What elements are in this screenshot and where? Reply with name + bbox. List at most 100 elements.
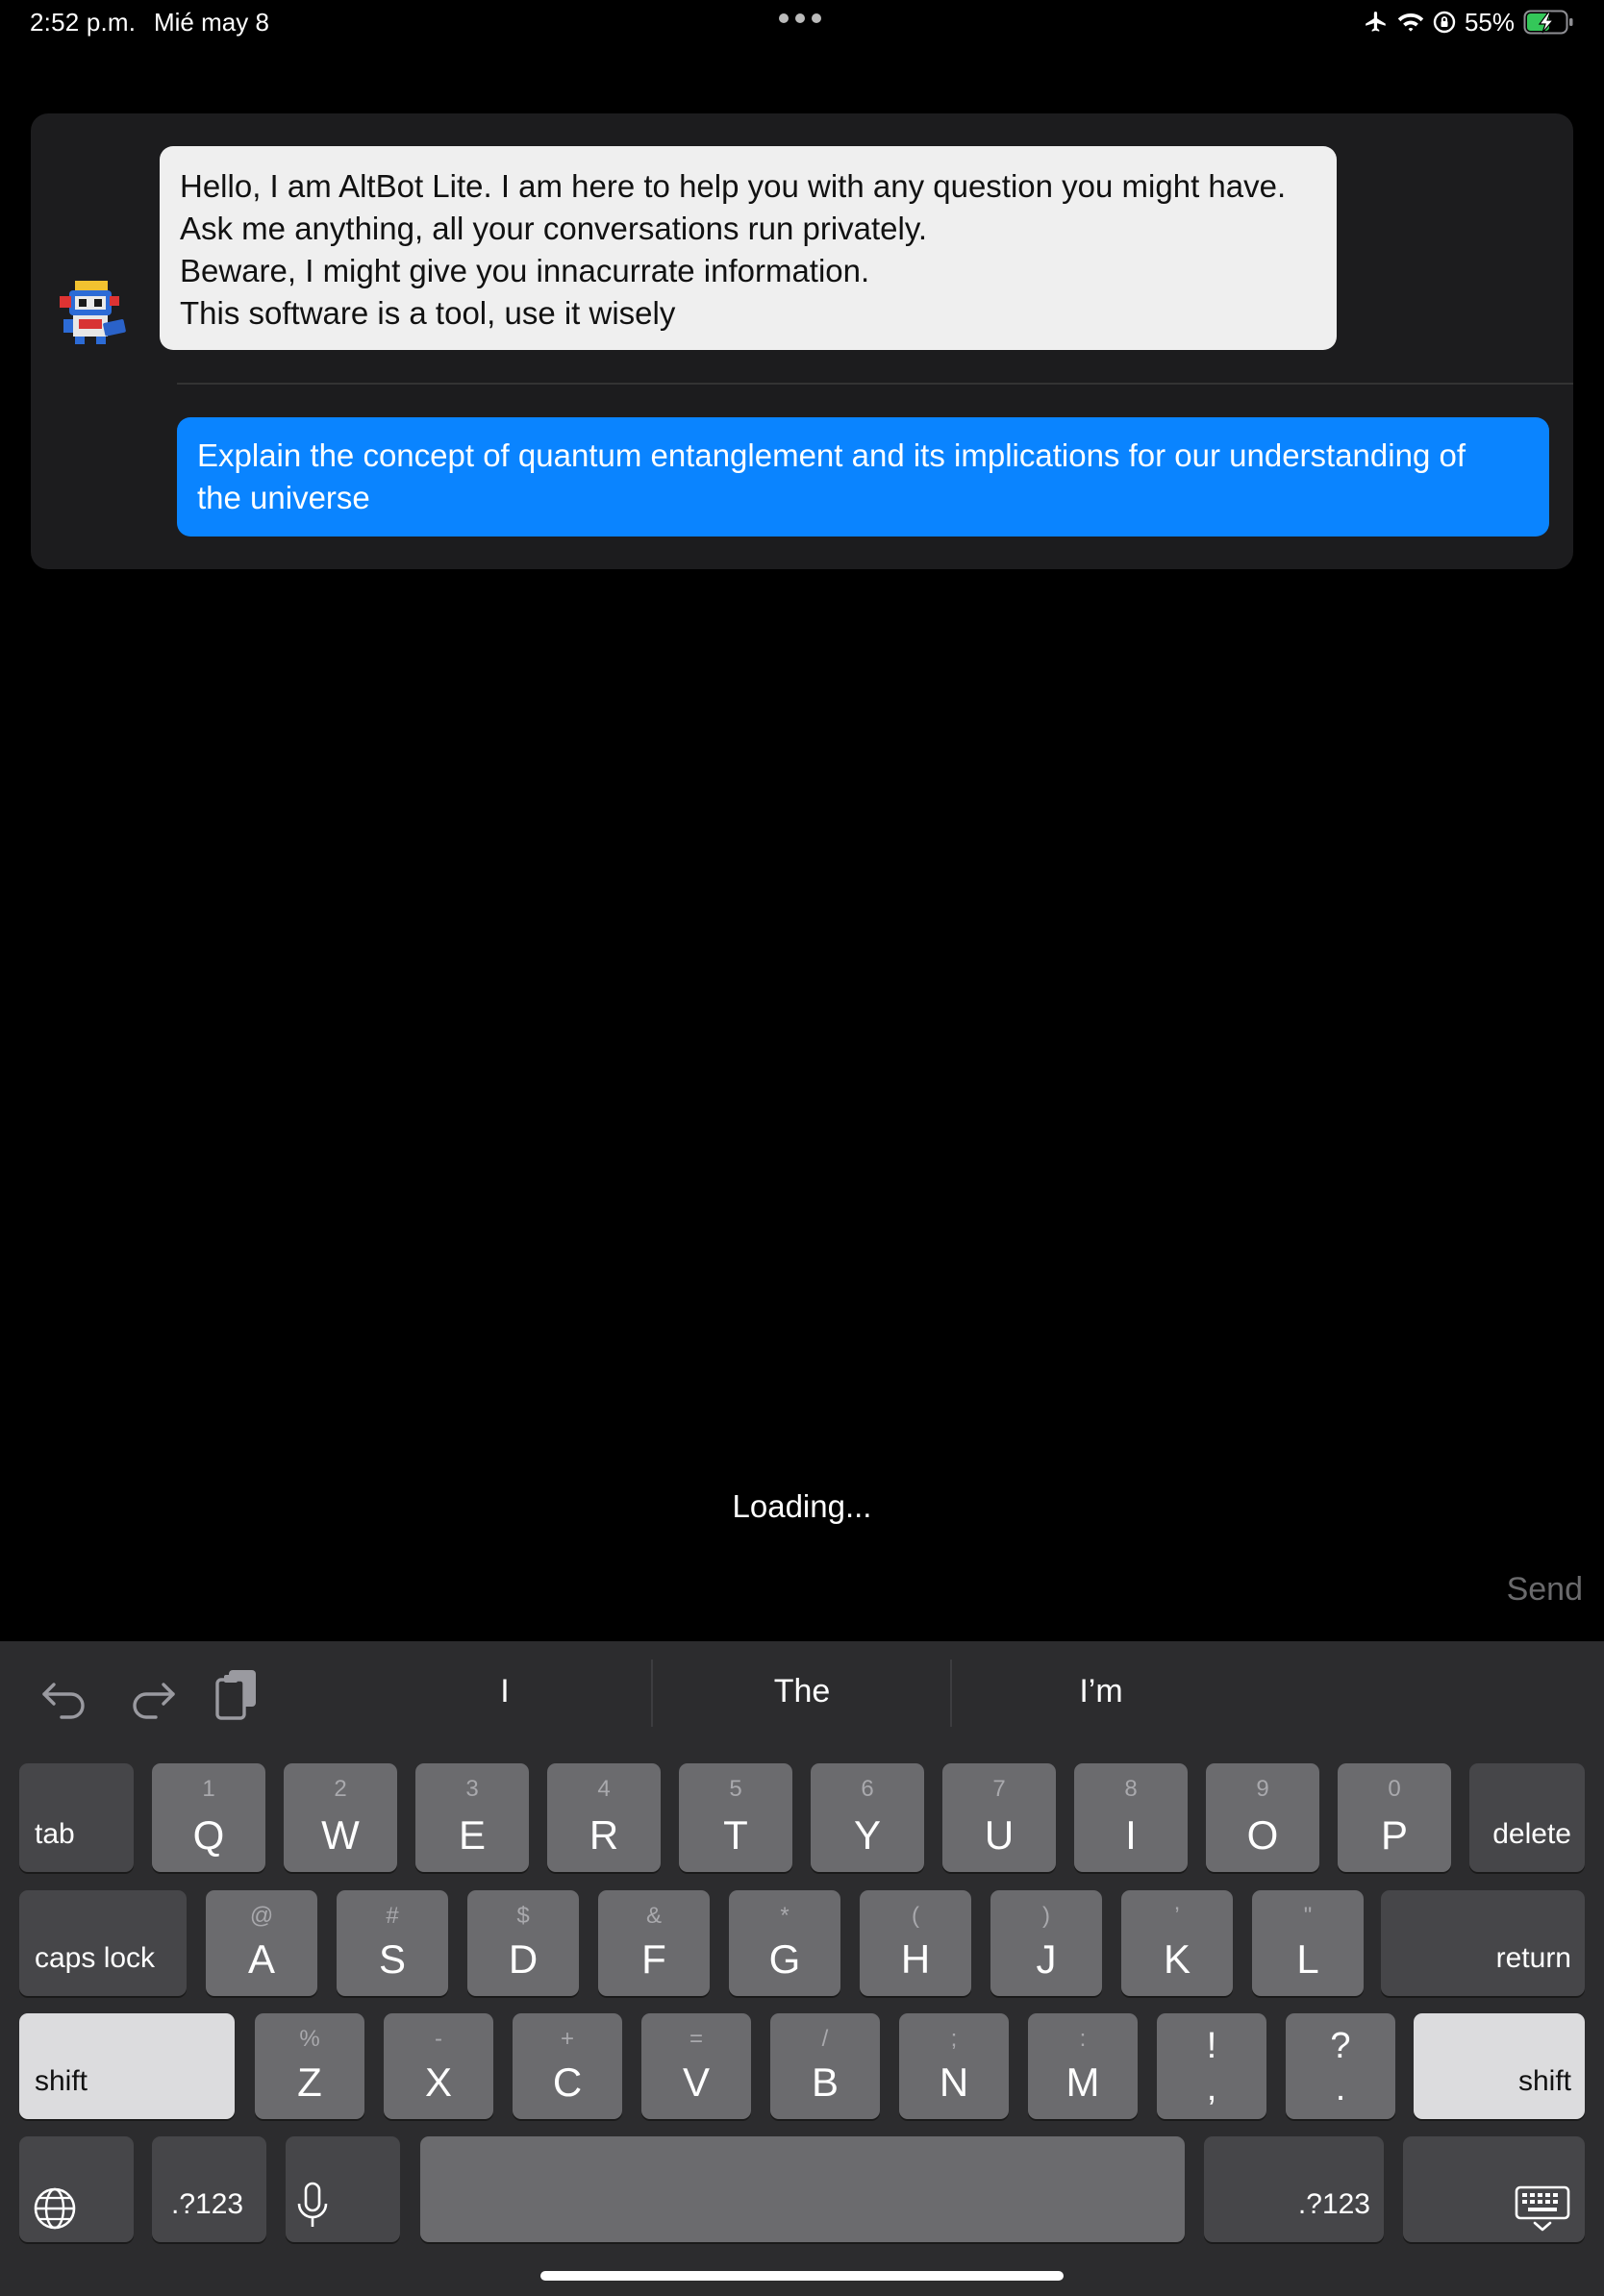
return-key-label: return [1495,1942,1571,1974]
dismiss-keyboard-key[interactable] [1403,2136,1585,2242]
key-s[interactable]: # S [337,1890,448,1996]
key-f[interactable]: & F [598,1890,710,1996]
key-y[interactable]: 6Y [811,1763,924,1872]
key-d[interactable]: $ D [467,1890,579,1996]
shift-key-label: shift [1517,2065,1571,2097]
battery-percent: 55% [1464,7,1515,37]
status-date: Mié may 8 [154,8,269,37]
key-c[interactable]: + C [513,2013,622,2119]
bot-message-line: Hello, I am AltBot Lite. I am here to he… [180,168,1287,204]
key-label: S [378,1936,406,1982]
key-alt: + [560,2026,574,2052]
redo-icon[interactable] [127,1671,177,1719]
key-z[interactable]: % Z [255,2013,364,2119]
key-alt: 1 [202,1776,215,1802]
tab-key[interactable]: tab [19,1763,134,1872]
key-alt: - [435,2026,442,2052]
key-question-period[interactable]: ? . [1286,2013,1395,2119]
globe-key[interactable] [19,2136,134,2242]
shift-key-left[interactable]: shift [19,2013,235,2119]
key-r[interactable]: 4R [547,1763,661,1872]
keyboard-dismiss-icon [1515,2185,1570,2232]
battery-charging-icon [1523,10,1573,35]
caps-lock-key[interactable]: caps lock [19,1890,187,1996]
key-label: K [1163,1936,1190,1982]
key-label: M [1065,2059,1100,2105]
numbers-key-label: .?123 [1297,2188,1370,2220]
key-n[interactable]: ; N [899,2013,1009,2119]
user-message-line: Explain the concept of quantum entanglem… [197,437,1466,473]
key-label: L [1296,1936,1319,1982]
user-message-line: the universe [197,480,370,515]
caps-lock-key-label: caps lock [35,1942,156,1974]
home-indicator[interactable] [540,2271,1064,2281]
airplane-icon [1366,12,1386,32]
delete-key[interactable]: delete [1469,1763,1585,1872]
key-alt: 8 [1124,1776,1138,1802]
key-alt: 0 [1388,1776,1401,1802]
numbers-key-left[interactable]: .?123 [152,2136,266,2242]
key-alt: $ [516,1903,530,1929]
key-alt: 6 [861,1776,874,1802]
key-punct-bottom: , [1206,2068,1217,2109]
key-b[interactable]: / B [770,2013,880,2119]
return-key[interactable]: return [1381,1890,1585,1996]
key-label: I [1125,1812,1137,1858]
key-exclamation-comma[interactable]: ! , [1157,2013,1266,2119]
key-x[interactable]: -X [384,2013,493,2119]
multitasking-dots-icon[interactable] [779,13,825,27]
key-alt: & [645,1903,662,1929]
bot-message-line: Ask me anything, all your conversations … [180,211,928,246]
suggestion[interactable]: The [653,1673,951,1710]
key-label: X [424,2059,452,2105]
status-indicators: 55% [1364,6,1575,38]
key-g[interactable]: * G [729,1890,840,1996]
key-punct-bottom: . [1335,2068,1346,2109]
key-e[interactable]: 3E [415,1763,529,1872]
message-divider [177,383,1573,385]
key-alt: 2 [334,1776,347,1802]
suggestion[interactable]: I [356,1673,654,1710]
key-v[interactable]: = V [641,2013,751,2119]
key-label: G [768,1936,801,1982]
space-bar[interactable] [420,2136,1185,2242]
key-label: N [939,2059,969,2105]
shift-key-label: shift [35,2065,88,2097]
key-label: Z [297,2059,322,2105]
clipboard-icon[interactable] [213,1666,263,1722]
key-j[interactable]: ) J [990,1890,1102,1996]
key-w[interactable]: 2W [284,1763,397,1872]
key-label: W [321,1812,360,1858]
numbers-key-right[interactable]: .?123 [1204,2136,1384,2242]
delete-key-label: delete [1492,1818,1571,1850]
key-p[interactable]: 0P [1338,1763,1451,1872]
bot-message-line: This software is a tool, use it wisely [180,295,676,331]
key-label: V [682,2059,710,2105]
suggestion[interactable]: I’m [952,1673,1250,1710]
undo-icon[interactable] [40,1671,90,1719]
send-button[interactable]: Send [1507,1571,1583,1609]
key-label: B [811,2059,839,2105]
key-m[interactable]: :M [1028,2013,1138,2119]
key-k[interactable]: ’ K [1121,1890,1233,1996]
key-alt: ( [912,1903,919,1929]
key-q[interactable]: 1Q [152,1763,265,1872]
key-punct-top: ! [1206,2026,1217,2066]
key-i[interactable]: 8I [1074,1763,1188,1872]
key-label: F [641,1936,666,1982]
key-h[interactable]: (H [860,1890,971,1996]
key-o[interactable]: 9O [1206,1763,1319,1872]
key-alt: " [1303,1903,1313,1929]
key-label: U [984,1812,1015,1858]
key-l[interactable]: " L [1252,1890,1364,1996]
key-t[interactable]: 5T [679,1763,792,1872]
key-a[interactable]: @ A [206,1890,317,1996]
key-label: T [723,1812,748,1858]
key-alt: ) [1042,1903,1050,1929]
numbers-key-label: .?123 [171,2188,244,2220]
user-message-bubble: Explain the concept of quantum entanglem… [177,417,1549,537]
key-u[interactable]: 7U [942,1763,1056,1872]
globe-icon [34,2187,76,2230]
shift-key-right[interactable]: shift [1414,2013,1585,2119]
dictation-key[interactable] [286,2136,400,2242]
